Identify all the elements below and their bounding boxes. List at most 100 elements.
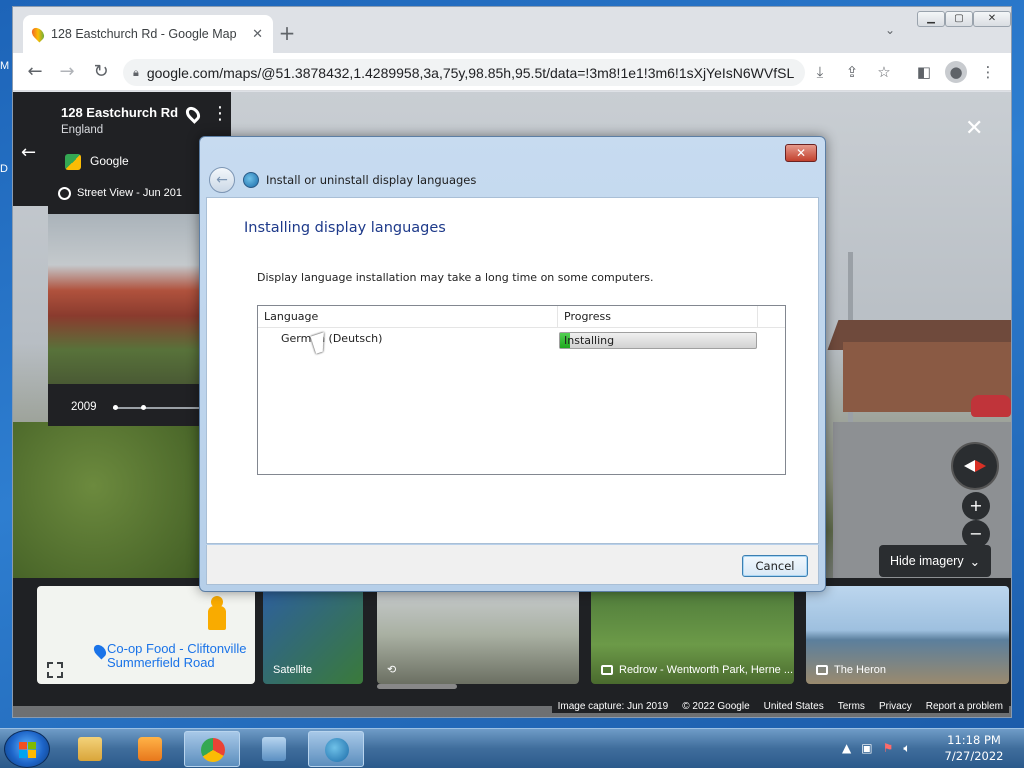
list-header: Language Progress <box>258 306 785 328</box>
desktop-icon-label[interactable]: D <box>0 163 8 175</box>
profile-avatar-icon[interactable]: ● <box>945 61 967 83</box>
photo-card-redrow[interactable]: Redrow - Wentworth Park, Herne ... <box>591 586 794 684</box>
back-arrow-icon[interactable]: ← <box>21 142 36 163</box>
desktop-icon-label[interactable]: M <box>0 60 9 72</box>
taskbar-language-installer[interactable] <box>308 731 364 767</box>
terms-link[interactable]: Terms <box>838 701 865 712</box>
language-list[interactable]: Language Progress German (Deutsch) Insta… <box>257 305 786 475</box>
camera-icon <box>816 665 828 675</box>
bookmark-star-icon[interactable]: ☆ <box>873 61 895 83</box>
column-header-progress[interactable]: Progress <box>558 306 758 328</box>
folder-icon <box>78 737 102 761</box>
url-text: google.com/maps/@51.3878432,1.4289958,3a… <box>146 64 795 81</box>
taskbar-clock[interactable]: 11:18 PM 7/27/2022 <box>940 732 1008 764</box>
fullscreen-icon[interactable] <box>47 662 63 678</box>
privacy-link[interactable]: Privacy <box>879 701 912 712</box>
taskbar-control-panel[interactable] <box>246 731 302 767</box>
map-card-label: Co-op Food - Cliftonville Summerfield Roa… <box>107 642 246 670</box>
address-bar[interactable]: 🔒︎ google.com/maps/@51.3878432,1.4289958… <box>123 59 805 86</box>
chrome-icon <box>201 738 225 762</box>
network-icon[interactable]: ▣ <box>861 741 872 756</box>
dialog-title: Install or uninstall display languages <box>266 173 477 187</box>
satellite-label: Satellite <box>273 664 312 676</box>
show-hidden-icons-icon[interactable]: ▲ <box>842 741 851 756</box>
report-problem-link[interactable]: Report a problem <box>926 701 1003 712</box>
shop-pin-icon <box>91 642 109 660</box>
taskbar-explorer[interactable] <box>62 731 118 767</box>
map-card[interactable]: Co-op Food - Cliftonville Summerfield Roa… <box>37 586 255 684</box>
close-window-button[interactable]: ✕ <box>973 11 1011 27</box>
rotate-icon: ⟲ <box>387 664 397 676</box>
hide-imagery-label: Hide imagery <box>889 554 964 568</box>
copyright-text: © 2022 Google <box>682 701 750 712</box>
globe-icon <box>243 172 259 188</box>
taskbar-chrome[interactable] <box>184 731 240 767</box>
google-maps-logo-icon <box>65 154 81 170</box>
photo-card-heron[interactable]: The Heron <box>806 586 1009 684</box>
photo-label: Redrow - Wentworth Park, Herne ... <box>601 664 793 676</box>
year-slider[interactable] <box>113 405 213 410</box>
thumbnail-image[interactable] <box>48 214 208 384</box>
chevron-down-icon: ⌄ <box>969 554 981 569</box>
browser-tab[interactable]: 128 Eastchurch Rd - Google Map ✕ <box>23 15 273 53</box>
install-app-icon[interactable]: ⤓ <box>809 61 831 83</box>
minimize-button[interactable]: ▁ <box>917 11 945 27</box>
start-button[interactable] <box>4 730 50 768</box>
cancel-button[interactable]: Cancel <box>742 555 808 577</box>
menu-dots-icon[interactable]: ⋮ <box>977 61 999 83</box>
browser-toolbar: ← → ↻ 🔒︎ google.com/maps/@51.3878432,1.4… <box>13 53 1011 91</box>
lock-icon: 🔒︎ <box>133 65 139 79</box>
photo-label: The Heron <box>816 664 886 676</box>
tab-title: 128 Eastchurch Rd - Google Map <box>51 27 237 41</box>
poi-label: Co-op Food - Cliftonville <box>107 641 247 656</box>
slider-dot[interactable] <box>141 405 146 410</box>
dialog-heading: Installing display languages <box>244 220 446 236</box>
action-center-flag-icon[interactable]: ⚑ <box>883 741 894 756</box>
timebar-text: Street View - Jun 201 <box>77 187 182 199</box>
media-player-icon <box>138 737 162 761</box>
language-name: German (Deutsch) <box>281 332 383 345</box>
car <box>971 395 1011 417</box>
new-tab-button[interactable]: + <box>275 21 299 45</box>
more-options-icon[interactable]: ⋮ <box>211 104 229 124</box>
back-arrow-icon[interactable]: ← <box>209 167 235 193</box>
control-panel-icon <box>262 737 286 761</box>
imagery-strip: Co-op Food - Cliftonville Summerfield Roa… <box>13 578 1011 706</box>
share-icon[interactable]: ⇪ <box>841 61 863 83</box>
reload-icon[interactable]: ↻ <box>89 60 113 84</box>
photo-title: The Heron <box>834 664 886 676</box>
photo-card-street[interactable]: ⟲ <box>377 586 579 684</box>
taskbar: ▲ ▣ ⚑ 🔈︎ 11:18 PM 7/27/2022 <box>0 728 1024 768</box>
location-pin-icon[interactable] <box>183 104 203 124</box>
slider-dot[interactable] <box>113 405 118 410</box>
satellite-text: Satellite <box>273 664 313 676</box>
strip-scrollbar[interactable] <box>377 684 457 689</box>
side-panel-icon[interactable]: ◧ <box>913 61 935 83</box>
close-street-view-icon[interactable]: ✕ <box>965 116 983 141</box>
camera-icon <box>601 665 613 675</box>
system-tray: ▲ ▣ ⚑ 🔈︎ <box>842 741 911 756</box>
taskbar-media-player[interactable] <box>122 731 178 767</box>
region-link[interactable]: United States <box>764 701 824 712</box>
globe-icon <box>325 738 349 762</box>
column-header-language[interactable]: Language <box>258 306 558 328</box>
list-item[interactable]: German (Deutsch) Installing <box>258 330 785 350</box>
hide-imagery-button[interactable]: Hide imagery ⌄ <box>879 545 991 577</box>
provider-label: Google <box>90 154 129 168</box>
clock-icon <box>58 186 71 200</box>
install-progress-bar: Installing <box>559 332 757 349</box>
forward-arrow-icon[interactable]: → <box>55 60 79 84</box>
volume-icon[interactable]: 🔈︎ <box>903 741 910 756</box>
tab-close-icon[interactable]: ✕ <box>252 27 263 42</box>
zoom-in-button[interactable]: + <box>962 492 990 520</box>
back-arrow-icon[interactable]: ← <box>23 60 47 84</box>
pegman-icon[interactable] <box>202 596 232 640</box>
zoom-out-button[interactable]: − <box>962 520 990 548</box>
tab-search-chevron-icon[interactable]: ⌄ <box>885 23 895 37</box>
satellite-card[interactable]: Satellite <box>263 586 363 684</box>
dialog-close-button[interactable]: ✕ <box>785 144 817 162</box>
maximize-button[interactable]: ▢ <box>945 11 973 27</box>
place-title: 128 Eastchurch Rd <box>61 105 179 120</box>
compass-icon[interactable] <box>951 442 999 490</box>
dialog-description: Display language installation may take a… <box>257 271 654 284</box>
